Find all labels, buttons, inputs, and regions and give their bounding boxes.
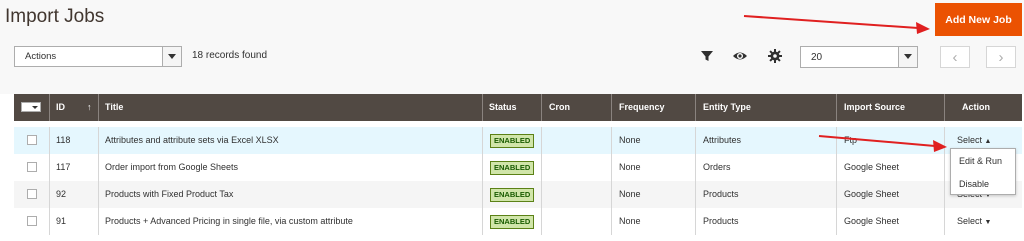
column-entity-type[interactable]: Entity Type [703, 94, 751, 121]
filter-icon[interactable] [699, 48, 715, 64]
cell-title: Products + Advanced Pricing in single fi… [105, 216, 353, 226]
row-checkbox[interactable] [27, 162, 37, 172]
cell-frequency: None [619, 162, 641, 172]
table-row[interactable]: 118 Attributes and attribute sets via Ex… [14, 127, 1022, 154]
eye-icon[interactable] [732, 48, 748, 64]
action-dropdown-menu: Edit & Run Disable [950, 148, 1016, 195]
mass-actions-toggle[interactable] [162, 47, 181, 66]
chevron-down-icon [904, 54, 912, 59]
cell-entity-type: Products [703, 216, 739, 226]
cell-import-source: Google Sheet [844, 216, 900, 226]
action-select-label: Select [957, 135, 983, 145]
cell-frequency: None [619, 189, 641, 199]
cell-title: Order import from Google Sheets [105, 162, 239, 172]
gear-icon[interactable] [767, 48, 783, 64]
column-action: Action [962, 102, 990, 112]
sort-ascending-icon: ↑ [87, 102, 92, 112]
status-badge: ENABLED [490, 161, 535, 175]
add-new-job-button[interactable]: Add New Job [935, 3, 1022, 36]
status-badge: ENABLED [490, 134, 535, 148]
page-size-value: 20 [811, 52, 823, 63]
page-title: Import Jobs [5, 6, 105, 27]
row-checkbox[interactable] [27, 189, 37, 199]
column-title[interactable]: Title [105, 94, 123, 121]
cell-title: Products with Fixed Product Tax [105, 189, 234, 199]
page-header: Import Jobs Add New Job [0, 0, 1024, 44]
page-size-toggle[interactable] [898, 47, 917, 67]
page-size-select[interactable]: 20 [800, 46, 918, 68]
table-row[interactable]: 91 Products + Advanced Pricing in single… [14, 208, 1022, 235]
menu-item-edit-run[interactable]: Edit & Run [959, 156, 1002, 166]
chevron-down-icon [168, 54, 176, 59]
cell-title: Attributes and attribute sets via Excel … [105, 135, 279, 145]
cell-frequency: None [619, 216, 641, 226]
cell-id: 91 [56, 216, 67, 226]
cell-import-source: Google Sheet [844, 189, 900, 199]
chevron-down-icon [32, 106, 38, 109]
cell-id: 118 [56, 135, 71, 145]
chevron-down-icon: ▼ [984, 219, 992, 226]
table-row[interactable]: 92 Products with Fixed Product Tax ENABL… [14, 181, 1022, 208]
cell-entity-type: Orders [703, 162, 731, 172]
menu-item-disable[interactable]: Disable [959, 179, 989, 189]
status-badge: ENABLED [490, 215, 535, 229]
cell-id: 117 [56, 162, 71, 172]
table-header: ID ↑ Title Status Cron Frequency Entity … [14, 94, 1022, 121]
column-import-source[interactable]: Import Source [844, 94, 905, 121]
column-status[interactable]: Status [489, 94, 517, 121]
cell-entity-type: Attributes [703, 135, 742, 145]
status-badge: ENABLED [490, 188, 535, 202]
cell-frequency: None [619, 135, 641, 145]
column-id[interactable]: ID [56, 94, 65, 121]
table-row[interactable]: 117 Order import from Google Sheets ENAB… [14, 154, 1022, 181]
column-cron[interactable]: Cron [549, 94, 570, 121]
mass-actions-label: Actions [25, 51, 57, 62]
prev-page-button[interactable]: ‹ [940, 46, 970, 68]
action-select-link[interactable]: Select ▼ [957, 208, 991, 235]
cell-id: 92 [56, 189, 67, 199]
select-all-checkbox[interactable] [21, 102, 41, 112]
row-checkbox[interactable] [27, 216, 37, 226]
column-frequency[interactable]: Frequency [619, 94, 665, 121]
row-checkbox[interactable] [27, 135, 37, 145]
action-select-label: Select [957, 216, 983, 226]
next-page-button[interactable]: › [986, 46, 1016, 68]
cell-import-source: Ftp [844, 135, 858, 145]
cell-import-source: Google Sheet [844, 162, 900, 172]
records-found: 18 records found [192, 50, 268, 61]
cell-entity-type: Products [703, 189, 739, 199]
chevron-up-icon: ▲ [984, 138, 992, 145]
mass-actions-select[interactable]: Actions [14, 46, 182, 67]
